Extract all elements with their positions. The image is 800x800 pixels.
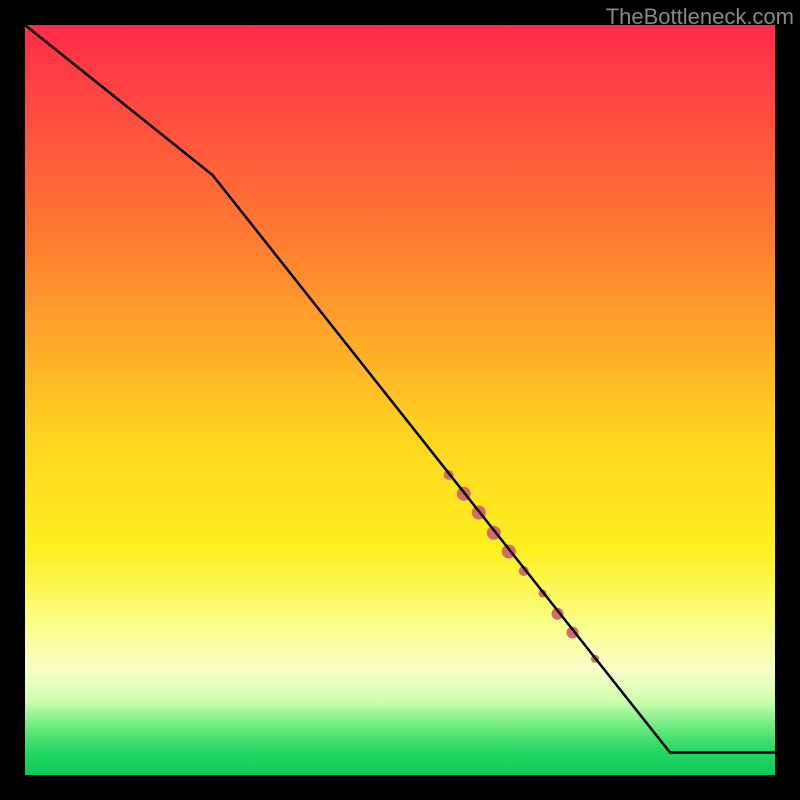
data-line: [25, 25, 775, 753]
watermark-text: TheBottleneck.com: [606, 4, 794, 30]
chart-overlay: [25, 25, 775, 775]
plot-area: [25, 25, 775, 775]
